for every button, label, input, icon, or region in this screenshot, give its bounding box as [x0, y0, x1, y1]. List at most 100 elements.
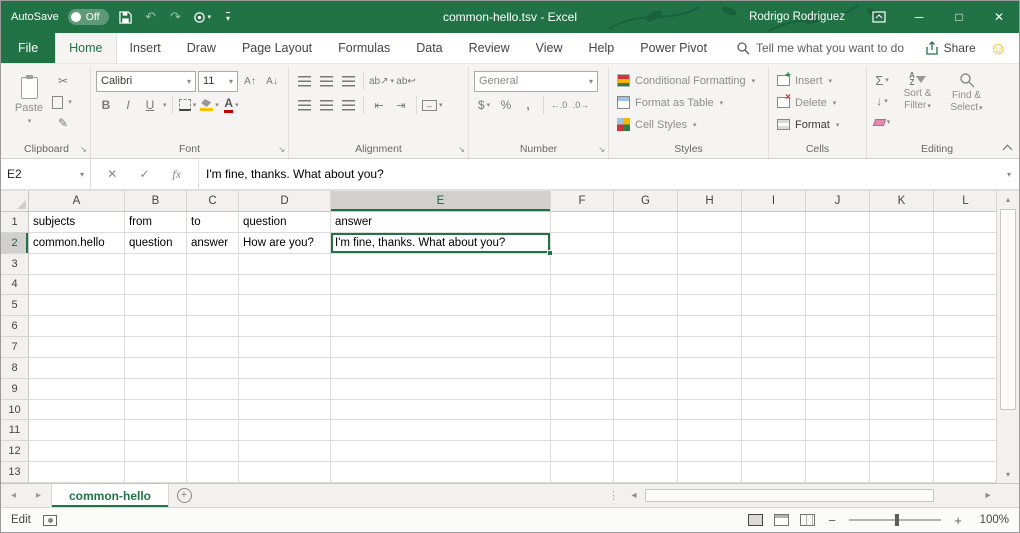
cell-J13[interactable] — [806, 462, 870, 483]
paste-button[interactable]: Paste ▾ — [8, 69, 50, 133]
cell-D12[interactable] — [239, 441, 331, 462]
row-header-4[interactable]: 4 — [1, 275, 29, 296]
cell-E8[interactable] — [331, 358, 551, 379]
cell-F5[interactable] — [551, 295, 614, 316]
sheet-nav-left-button[interactable]: ◂ — [1, 484, 26, 507]
cell-K10[interactable] — [870, 400, 934, 421]
cell-L13[interactable] — [934, 462, 996, 483]
row-header-1[interactable]: 1 — [1, 212, 29, 233]
row-header-2[interactable]: 2 — [1, 233, 29, 254]
clear-button[interactable]: ▾ — [872, 112, 892, 132]
cell-H8[interactable] — [678, 358, 742, 379]
sheet-nav-right-button[interactable]: ▸ — [26, 484, 51, 507]
cell-D3[interactable] — [239, 254, 331, 275]
column-header-K[interactable]: K — [870, 191, 934, 212]
row-header-13[interactable]: 13 — [1, 462, 29, 483]
cell-E3[interactable] — [331, 254, 551, 275]
feedback-button[interactable]: ☺ — [990, 40, 1007, 57]
cell-H12[interactable] — [678, 441, 742, 462]
cell-B5[interactable] — [125, 295, 187, 316]
accounting-format-button[interactable]: $▾ — [474, 95, 494, 115]
cell-L10[interactable] — [934, 400, 996, 421]
cell-K9[interactable] — [870, 379, 934, 400]
cell-L11[interactable] — [934, 420, 996, 441]
cell-G13[interactable] — [614, 462, 678, 483]
bottom-align-button[interactable] — [338, 71, 358, 91]
cell-E11[interactable] — [331, 420, 551, 441]
cell-J9[interactable] — [806, 379, 870, 400]
sort-filter-button[interactable]: AZ Sort & Filter▾ — [894, 69, 941, 112]
format-as-table-button[interactable]: Format as Table▾ — [614, 92, 763, 113]
font-size-select[interactable]: 11▾ — [198, 71, 238, 92]
cell-G8[interactable] — [614, 358, 678, 379]
increase-indent-button[interactable]: ⇥ — [391, 95, 411, 115]
cell-J6[interactable] — [806, 316, 870, 337]
cell-H11[interactable] — [678, 420, 742, 441]
cell-E5[interactable] — [331, 295, 551, 316]
row-header-9[interactable]: 9 — [1, 379, 29, 400]
decrease-font-size-button[interactable]: A↓ — [262, 71, 282, 91]
cell-B12[interactable] — [125, 441, 187, 462]
cell-H4[interactable] — [678, 275, 742, 296]
column-header-G[interactable]: G — [614, 191, 678, 212]
percent-style-button[interactable]: % — [496, 95, 516, 115]
cell-F1[interactable] — [551, 212, 614, 233]
cell-A8[interactable] — [29, 358, 125, 379]
format-painter-button[interactable]: ✎ — [53, 113, 73, 133]
bold-button[interactable]: B — [96, 95, 116, 115]
cell-D4[interactable] — [239, 275, 331, 296]
cell-E4[interactable] — [331, 275, 551, 296]
decrease-decimal-button[interactable]: .0→ — [571, 95, 591, 115]
cell-B9[interactable] — [125, 379, 187, 400]
redo-button[interactable]: ↷ — [168, 6, 184, 28]
cell-H3[interactable] — [678, 254, 742, 275]
cell-K8[interactable] — [870, 358, 934, 379]
name-box[interactable]: E2 ▾ — [1, 159, 91, 189]
cut-button[interactable]: ✂ — [53, 71, 73, 91]
column-header-E[interactable]: E — [331, 191, 551, 212]
align-center-button[interactable] — [316, 95, 336, 115]
cell-B11[interactable] — [125, 420, 187, 441]
cell-C2[interactable]: answer — [187, 233, 239, 254]
column-header-L[interactable]: L — [934, 191, 996, 212]
ribbon-display-options-button[interactable] — [859, 1, 899, 33]
row-header-3[interactable]: 3 — [1, 254, 29, 275]
vertical-scroll-thumb[interactable] — [1000, 209, 1016, 410]
normal-view-button[interactable] — [748, 514, 763, 526]
cell-L6[interactable] — [934, 316, 996, 337]
enter-button[interactable]: ✓ — [134, 167, 156, 181]
find-select-button[interactable]: Find & Select▾ — [943, 69, 990, 114]
cell-F2[interactable] — [551, 233, 614, 254]
insert-cells-button[interactable]: Insert▾ — [774, 70, 861, 91]
scroll-right-button[interactable]: ▸ — [979, 490, 997, 501]
align-left-button[interactable] — [294, 95, 314, 115]
cell-I13[interactable] — [742, 462, 806, 483]
formula-input[interactable]: I'm fine, thanks. What about you? — [199, 159, 999, 189]
cell-C5[interactable] — [187, 295, 239, 316]
scroll-left-button[interactable]: ◂ — [625, 490, 643, 501]
touch-mode-button[interactable]: ▾ — [193, 6, 212, 28]
page-layout-view-button[interactable] — [774, 514, 789, 526]
cell-L8[interactable] — [934, 358, 996, 379]
font-name-select[interactable]: Calibri▾ — [96, 71, 196, 92]
cell-B3[interactable] — [125, 254, 187, 275]
tab-scroll-splitter[interactable]: ⋮ — [602, 484, 625, 507]
cell-C12[interactable] — [187, 441, 239, 462]
cell-F13[interactable] — [551, 462, 614, 483]
cell-G5[interactable] — [614, 295, 678, 316]
cell-H6[interactable] — [678, 316, 742, 337]
ribbon-tab-power-pivot[interactable]: Power Pivot — [627, 33, 720, 63]
column-header-J[interactable]: J — [806, 191, 870, 212]
cell-F8[interactable] — [551, 358, 614, 379]
cell-B10[interactable] — [125, 400, 187, 421]
cell-K13[interactable] — [870, 462, 934, 483]
cell-K2[interactable] — [870, 233, 934, 254]
cell-C4[interactable] — [187, 275, 239, 296]
borders-button[interactable]: ▾ — [178, 95, 198, 115]
cell-G7[interactable] — [614, 337, 678, 358]
cell-D1[interactable]: question — [239, 212, 331, 233]
ribbon-tab-page-layout[interactable]: Page Layout — [229, 33, 325, 63]
cell-I8[interactable] — [742, 358, 806, 379]
cell-G4[interactable] — [614, 275, 678, 296]
cell-J12[interactable] — [806, 441, 870, 462]
